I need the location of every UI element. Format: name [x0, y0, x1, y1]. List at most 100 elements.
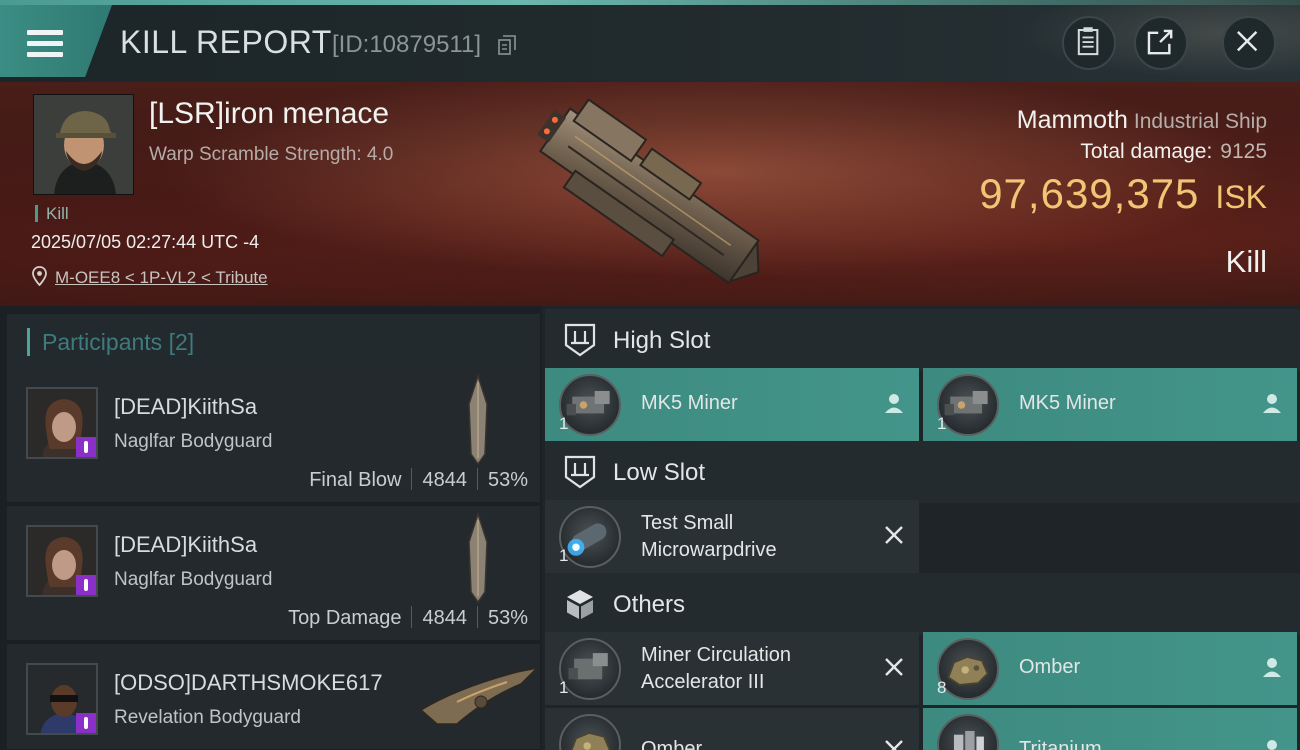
- destroyed-x-icon: [885, 658, 903, 676]
- module-name-line: Miner Circulation: [641, 644, 792, 666]
- kill-tag: Kill: [35, 205, 69, 222]
- menu-button[interactable]: [0, 5, 112, 77]
- person-icon: [885, 394, 903, 413]
- participants-header: Participants [2]: [7, 314, 540, 370]
- kill-datetime: 2025/07/05 02:27:44 UTC -4: [31, 232, 260, 252]
- module-quantity: 1: [937, 414, 947, 433]
- module-name-line: Test Small: [641, 512, 734, 534]
- others-header: Others: [545, 573, 1300, 635]
- participant-avatar[interactable]: [26, 387, 98, 459]
- close-button[interactable]: [1222, 16, 1276, 70]
- module-item[interactable]: 1 Test Small Microwarpdrive: [545, 500, 919, 573]
- corp-badge-icon: [76, 713, 96, 733]
- participants-count: [2]: [168, 329, 195, 355]
- participant-damage: 4844: [422, 607, 467, 629]
- report-id: [ID:10879511]: [332, 31, 482, 58]
- module-quantity: 1: [559, 678, 569, 697]
- total-damage-value: 9125: [1220, 140, 1267, 163]
- cube-icon: [567, 590, 593, 619]
- isk-loss: 97,639,375 ISK: [979, 170, 1267, 218]
- participant-role: Final Blow: [309, 469, 402, 491]
- high-slot-icon: [564, 323, 596, 357]
- isk-unit: ISK: [1215, 179, 1267, 215]
- mineral-icon: [937, 714, 999, 750]
- module-item[interactable]: Tritanium: [923, 708, 1297, 750]
- module-name: Omber: [641, 738, 703, 750]
- high-slot-title: High Slot: [613, 327, 711, 354]
- victim-avatar[interactable]: [33, 94, 134, 195]
- person-icon: [1263, 658, 1281, 677]
- participant-ship: Naglfar Bodyguard: [114, 569, 273, 590]
- module-name: Test Small Microwarpdrive: [641, 510, 777, 564]
- menu-icon: [27, 30, 63, 58]
- participant-card[interactable]: [DEAD]KiithSa Naglfar Bodyguard Top Dama…: [7, 506, 540, 641]
- corp-badge-icon: [76, 437, 96, 457]
- participant-stats: Top Damage 4844 53%: [288, 606, 528, 630]
- module-item[interactable]: Omber: [545, 708, 919, 750]
- participant-card[interactable]: [ODSO]DARTHSMOKE617 Revelation Bodyguard: [7, 644, 540, 750]
- participant-avatar[interactable]: [26, 663, 98, 735]
- top-bar: KILL REPORT [ID:10879511]: [0, 0, 1300, 82]
- module-item[interactable]: 1 MK5 Miner: [923, 368, 1297, 441]
- module-name-line: Microwarpdrive: [641, 539, 777, 561]
- participant-ship-icon: [468, 374, 488, 466]
- person-icon: [1267, 740, 1277, 750]
- low-slot-title: Low Slot: [613, 459, 706, 486]
- participants-label: Participants: [42, 329, 163, 355]
- result-label: Kill: [1225, 244, 1267, 279]
- total-damage-label: Total damage:: [1080, 140, 1213, 163]
- fitting-panel: High Slot 1 MK5 Miner 1 MK5 Miner Low Sl…: [542, 306, 1300, 750]
- clipboard-icon: [1077, 27, 1099, 56]
- participant-ship-icon: [419, 666, 540, 725]
- corp-badge-icon: [76, 575, 96, 595]
- share-button[interactable]: [1134, 16, 1188, 70]
- high-slot-header: High Slot: [545, 309, 1300, 371]
- destroyed-x-icon: [885, 740, 903, 750]
- participant-name[interactable]: [DEAD]KiithSa: [114, 532, 257, 558]
- module-item[interactable]: 1 MK5 Miner: [545, 368, 919, 441]
- copy-icon[interactable]: [498, 35, 516, 55]
- module-name-line: Accelerator III: [641, 671, 765, 693]
- ship-type-name: Mammoth: [1016, 106, 1128, 134]
- module-name: Omber: [1019, 656, 1081, 678]
- module-item[interactable]: 8 Omber: [923, 632, 1297, 705]
- module-item[interactable]: 1 Miner Circulation Accelerator III: [545, 632, 919, 705]
- participant-damage: 4844: [422, 469, 467, 491]
- others-title: Others: [613, 591, 686, 618]
- module-name: Tritanium: [1019, 738, 1102, 750]
- participant-damage-percent: 53%: [487, 469, 528, 491]
- person-icon: [1263, 394, 1281, 413]
- victim-ship-name[interactable]: Mammoth Industrial Ship: [1017, 106, 1267, 135]
- victim-ship-image: [537, 98, 760, 285]
- victim-pilot-name[interactable]: [LSR]iron menace: [149, 97, 389, 131]
- location-pin-icon: [32, 266, 47, 286]
- low-slot-header: Low Slot: [545, 441, 1300, 503]
- kill-location-link[interactable]: M-OEE8 < 1P-VL2 < Tribute: [55, 268, 268, 288]
- participant-ship: Revelation Bodyguard: [114, 707, 301, 728]
- victim-banner: [LSR]iron menace Warp Scramble Strength:…: [0, 82, 1300, 306]
- ship-class: Industrial Ship: [1133, 110, 1267, 133]
- participant-avatar[interactable]: [26, 525, 98, 597]
- close-icon: [1237, 31, 1258, 52]
- participant-card[interactable]: [DEAD]KiithSa Naglfar Bodyguard Final Bl…: [7, 368, 540, 503]
- total-damage: Total damage: 9125: [1080, 140, 1267, 164]
- module-quantity: 8: [937, 678, 947, 697]
- destroyed-x-icon: [885, 526, 903, 544]
- module-quantity: 1: [559, 546, 569, 565]
- participant-name[interactable]: [DEAD]KiithSa: [114, 394, 257, 420]
- clipboard-button[interactable]: [1062, 16, 1116, 70]
- low-slot-icon: [564, 455, 596, 489]
- participants-title: Participants [2]: [27, 328, 194, 356]
- participants-panel: Participants [2] [DEAD]KiithSa Naglfar B…: [0, 306, 542, 750]
- participant-name[interactable]: [ODSO]DARTHSMOKE617: [114, 670, 383, 696]
- ore-icon: [559, 714, 621, 750]
- module-name: MK5 Miner: [1019, 392, 1116, 414]
- module-name: Miner Circulation Accelerator III: [641, 642, 791, 696]
- participant-ship-icon: [468, 512, 488, 604]
- warp-scramble-strength: Warp Scramble Strength: 4.0: [149, 144, 394, 165]
- pilot-portrait: [34, 95, 133, 194]
- share-icon: [1147, 29, 1173, 55]
- participant-ship: Naglfar Bodyguard: [114, 431, 273, 452]
- module-quantity: 1: [559, 414, 569, 433]
- module-name: MK5 Miner: [641, 392, 738, 414]
